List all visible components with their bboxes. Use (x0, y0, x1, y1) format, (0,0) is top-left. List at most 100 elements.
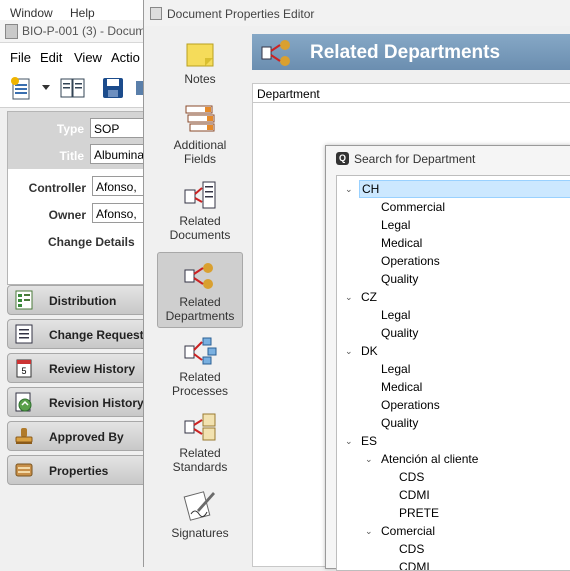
book-icon[interactable] (60, 77, 86, 99)
review-history-label: Review History (49, 362, 136, 376)
background-toolbar (0, 71, 150, 108)
tree-expand-chevron-icon[interactable]: ⌄ (365, 454, 375, 464)
tree-node[interactable]: Atención al cliente (379, 450, 478, 468)
search-app-icon: Q (336, 152, 349, 165)
revision-history-label: Revision History (49, 396, 144, 410)
menu-help[interactable]: Help (70, 6, 95, 20)
dialog-app-icon (150, 7, 162, 20)
nav-notes[interactable]: Notes (157, 42, 243, 94)
tree-node[interactable]: Quality (379, 414, 418, 432)
menu-window[interactable]: Window (10, 6, 53, 20)
approved-by-icon (15, 428, 33, 444)
nav-additional-fields-label: Additional Fields (173, 138, 227, 166)
tree-node[interactable]: Operations (379, 396, 440, 414)
search-department-popup: Q Search for Department ⌄ CH Commercial Leg… (325, 145, 570, 571)
distribution-icon (15, 290, 33, 310)
nav-related-standards-label: Related Standards (172, 446, 228, 474)
title-label: Title (59, 149, 84, 163)
chevron-down-icon[interactable] (42, 85, 50, 91)
menu-actions[interactable]: Actio (111, 50, 140, 65)
nav-signatures-label: Signatures (171, 526, 229, 540)
tree-node[interactable]: Legal (379, 306, 410, 324)
nav-signatures[interactable]: Signatures (157, 488, 243, 544)
department-tree[interactable]: ⌄ CH Commercial Legal Medical Operations Quali… (336, 175, 570, 571)
related-standards-icon (184, 413, 216, 441)
document-icon (5, 24, 18, 39)
revision-history-icon (15, 392, 32, 412)
distribution-section[interactable]: Distribution (7, 285, 150, 315)
related-departments-icon (184, 263, 213, 289)
nav-related-standards[interactable]: Related Standards (157, 412, 243, 478)
tree-node[interactable]: Medical (379, 378, 422, 396)
owner-label: Owner (48, 208, 86, 222)
tree-node[interactable]: Legal (379, 360, 410, 378)
review-history-section[interactable]: 5 Review History (7, 353, 150, 383)
tree-node[interactable]: PRETE (397, 504, 439, 522)
tree-expand-chevron-icon[interactable]: ⌄ (345, 346, 355, 356)
revision-history-section[interactable]: Revision History (7, 387, 150, 417)
tree-node[interactable]: CDMI (397, 558, 430, 570)
tree-expand-chevron-icon[interactable]: ⌄ (345, 184, 355, 194)
dialog-nav: Notes Additional Fields Related Document… (145, 26, 251, 567)
tree-node[interactable]: Medical (379, 234, 422, 252)
approved-by-section[interactable]: Approved By (7, 421, 150, 451)
nav-related-documents[interactable]: Related Documents (157, 180, 243, 246)
department-column-label: Department (257, 87, 320, 101)
tree-node[interactable]: CDS (397, 540, 424, 558)
properties-label: Properties (49, 464, 109, 478)
new-document-icon[interactable] (10, 77, 36, 101)
menu-view[interactable]: View (74, 50, 102, 65)
tree-node[interactable]: Quality (379, 324, 418, 342)
department-column-header[interactable]: Department (252, 83, 570, 103)
properties-icon (15, 463, 33, 477)
dialog-titlebar: Document Properties Editor (144, 0, 570, 26)
change-details-label: Change Details (48, 235, 135, 249)
document-form: Type SOP Title Albumina Controller Afons… (7, 111, 152, 285)
nav-related-documents-label: Related Documents (169, 214, 231, 242)
tree-node[interactable]: CDS (397, 468, 424, 486)
popup-title: Search for Department (354, 152, 476, 166)
nav-related-departments[interactable]: Related Departments (157, 252, 243, 328)
dialog-title: Document Properties Editor (167, 7, 315, 21)
tree-expand-chevron-icon[interactable]: ⌄ (345, 292, 355, 302)
notes-icon (186, 43, 214, 67)
background-menubar: Window Help (0, 0, 150, 20)
popup-titlebar: Q Search for Department (326, 146, 570, 172)
tree-node[interactable]: Quality (379, 270, 418, 288)
nav-additional-fields[interactable]: Additional Fields (157, 104, 243, 170)
section-header-title: Related Departments (310, 42, 501, 63)
signatures-icon (183, 491, 215, 521)
tree-node[interactable]: CZ (359, 288, 377, 306)
additional-fields-icon (185, 105, 215, 132)
nav-related-processes[interactable]: Related Processes (157, 336, 243, 402)
distribution-label: Distribution (49, 294, 117, 308)
menu-file[interactable]: File (10, 50, 31, 65)
type-label: Type (56, 122, 84, 136)
menu-edit[interactable]: Edit (40, 50, 62, 65)
nav-related-processes-label: Related Processes (171, 370, 229, 398)
tree-node[interactable]: Commercial (379, 198, 445, 216)
controller-label: Controller (28, 181, 86, 195)
related-processes-icon (184, 337, 217, 365)
tree-node[interactable]: CH (359, 180, 570, 198)
tree-node[interactable]: Legal (379, 216, 410, 234)
save-icon[interactable] (102, 77, 124, 99)
tree-node[interactable]: DK (359, 342, 378, 360)
background-menu: File Edit View Actio (0, 43, 150, 71)
approved-by-label: Approved By (49, 430, 124, 444)
properties-section[interactable]: Properties (7, 455, 150, 485)
related-documents-icon (184, 181, 216, 209)
background-window-titlebar: BIO-P-001 (3) - Document (0, 20, 162, 43)
review-history-icon: 5 (16, 359, 32, 378)
tree-node[interactable]: Operations (379, 252, 440, 270)
change-request-section[interactable]: Change Request (7, 319, 150, 349)
change-request-label: Change Request (49, 328, 144, 342)
tree-node[interactable]: ES (359, 432, 377, 450)
tree-node[interactable]: Comercial (379, 522, 435, 540)
tree-node[interactable]: CDMI (397, 486, 430, 504)
tree-expand-chevron-icon[interactable]: ⌄ (365, 526, 375, 536)
nav-notes-label: Notes (184, 72, 216, 86)
related-departments-header-icon (261, 40, 290, 66)
svg-text:5: 5 (21, 366, 26, 376)
tree-expand-chevron-icon[interactable]: ⌄ (345, 436, 355, 446)
